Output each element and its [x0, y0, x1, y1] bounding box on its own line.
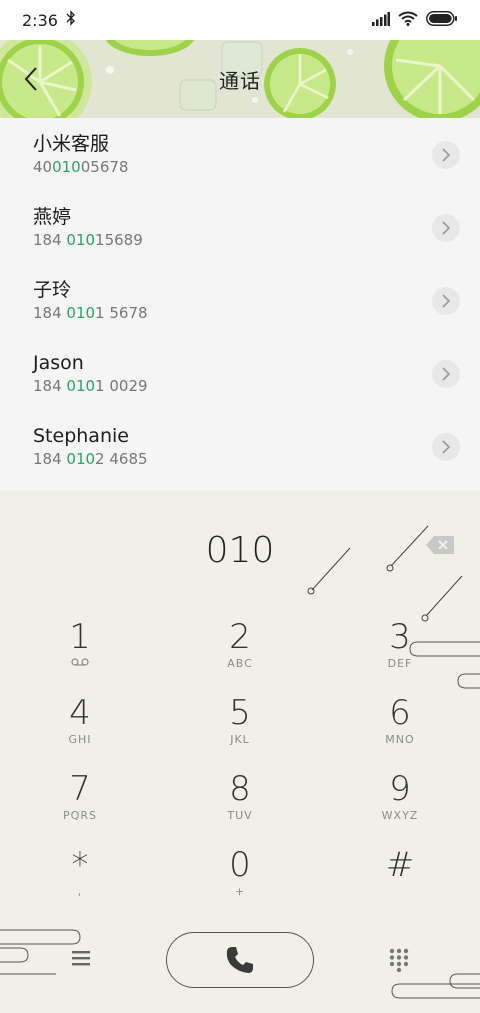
key-digit: 5 [229, 693, 251, 733]
contact-row[interactable]: Jason 184 0101 0029 [0, 337, 480, 410]
key-digit: 9 [389, 769, 411, 809]
status-time: 2:36 [22, 10, 58, 30]
key-letters: + [234, 885, 246, 898]
key-letters: WXYZ [381, 809, 419, 822]
chevron-right-icon[interactable] [432, 213, 460, 242]
contact-row[interactable]: 燕婷 184 01015689 [0, 191, 480, 264]
key-7[interactable]: 7 PQRS [20, 769, 140, 839]
key-digit: 0 [229, 845, 251, 885]
wifi-icon [398, 11, 418, 30]
contact-number: 184 01015689 [33, 230, 143, 249]
dialpad-icon [389, 948, 409, 973]
key-4[interactable]: 4 GHI [20, 693, 140, 763]
key-0[interactable]: 0 + [180, 845, 300, 915]
key-digit: 1 [69, 617, 91, 657]
key-letters: MNO [385, 733, 415, 746]
chevron-right-icon[interactable] [432, 432, 460, 461]
key-digit: 8 [229, 769, 251, 809]
key-1[interactable]: 1 [20, 617, 140, 687]
key-letters: ABC [227, 657, 253, 670]
status-left: 2:36 [22, 10, 76, 30]
dialpad-toggle-button[interactable] [388, 948, 410, 973]
status-bar: 2:36 [0, 0, 480, 40]
signal-icon [372, 11, 390, 30]
contact-name: Jason [33, 351, 84, 374]
chevron-right-icon[interactable] [432, 286, 460, 315]
battery-icon [426, 10, 458, 30]
call-button[interactable] [166, 932, 314, 988]
key-digit: 6 [389, 693, 411, 733]
contact-name: 子玲 [33, 278, 72, 301]
dialed-number: 010 [205, 530, 275, 571]
key-5[interactable]: 5 JKL [180, 693, 300, 763]
key-star[interactable]: * , [20, 845, 140, 915]
page-title: 通话 [219, 68, 261, 93]
backspace-button[interactable] [425, 535, 455, 555]
header: 通话 [0, 40, 480, 118]
bluetooth-icon [66, 10, 76, 30]
contact-row[interactable]: 子玲 184 0101 5678 [0, 264, 480, 337]
key-digit: 7 [69, 769, 91, 809]
key-9[interactable]: 9 WXYZ [340, 769, 460, 839]
status-right [372, 10, 458, 30]
key-letters: , [77, 885, 83, 898]
key-digit: 2 [229, 617, 251, 657]
key-2[interactable]: 2 ABC [180, 617, 300, 687]
chevron-right-icon[interactable] [432, 140, 460, 169]
voicemail-icon [20, 657, 140, 671]
key-8[interactable]: 8 TUV [180, 769, 300, 839]
menu-icon [72, 951, 90, 966]
contact-name: Stephanie [33, 424, 129, 447]
key-hash[interactable]: # [340, 845, 460, 915]
contact-number: 184 0102 4685 [33, 449, 148, 468]
chevron-right-icon[interactable] [432, 359, 460, 388]
key-letters: JKL [230, 733, 250, 746]
key-digit: # [385, 845, 415, 885]
key-digit: 4 [69, 693, 91, 733]
menu-button[interactable] [70, 948, 92, 968]
contact-number: 184 0101 0029 [33, 376, 148, 395]
key-6[interactable]: 6 MNO [340, 693, 460, 763]
phone-icon [226, 947, 253, 973]
contact-number: 184 0101 5678 [33, 303, 148, 322]
contact-row[interactable]: 小米客服 4001005678 [0, 118, 480, 191]
cloud-decoration [409, 641, 480, 689]
contact-row[interactable]: Stephanie 184 0102 4685 [0, 410, 480, 483]
key-letters: PQRS [63, 809, 97, 822]
key-letters: GHI [68, 733, 92, 746]
backspace-icon [426, 536, 454, 554]
contact-number: 4001005678 [33, 157, 129, 176]
contact-name: 小米客服 [33, 132, 110, 155]
key-digit: * [71, 845, 89, 885]
key-letters: TUV [227, 809, 253, 822]
contact-list: 小米客服 4001005678 燕婷 184 01015689 子玲 184 0… [0, 118, 480, 490]
contact-name: 燕婷 [33, 205, 72, 228]
